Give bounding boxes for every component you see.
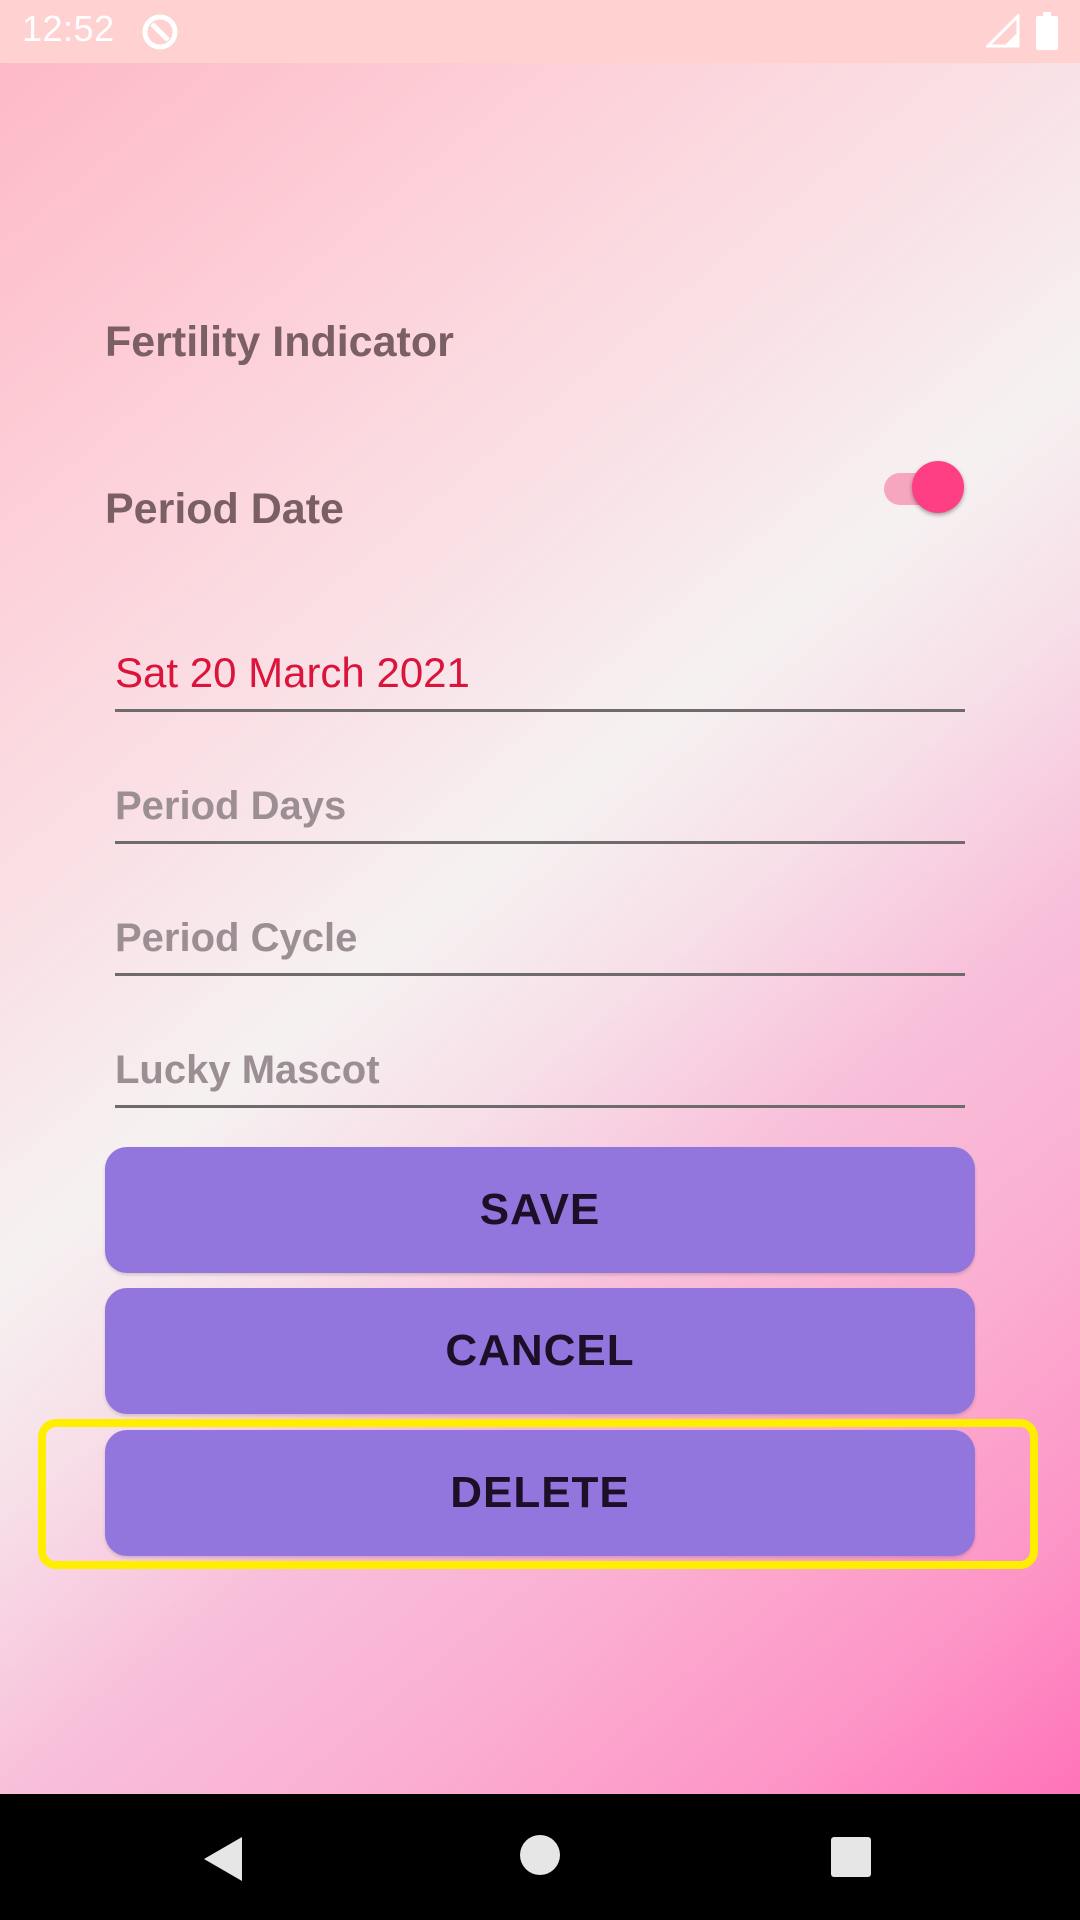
app-screen: 12:52 Fertility Indicator Period Date Sa… — [0, 0, 1080, 1920]
period-days-input[interactable]: Period Days — [115, 771, 965, 844]
status-time: 12:52 — [22, 8, 115, 49]
save-button[interactable]: SAVE — [105, 1147, 975, 1273]
period-date-label: Period Date — [105, 485, 344, 533]
lucky-mascot-placeholder: Lucky Mascot — [115, 1048, 380, 1092]
period-cycle-placeholder: Period Cycle — [115, 916, 358, 960]
lucky-mascot-input[interactable]: Lucky Mascot — [115, 1035, 965, 1108]
form-screen: Fertility Indicator Period Date Sat 20 M… — [0, 63, 1080, 1794]
navigation-bar — [0, 1794, 1080, 1920]
recent-apps-icon[interactable] — [830, 1836, 872, 1878]
period-days-placeholder: Period Days — [115, 784, 347, 828]
battery-icon — [1036, 12, 1058, 50]
delete-button[interactable]: DELETE — [105, 1430, 975, 1556]
period-date-field[interactable]: Sat 20 March 2021 — [115, 639, 965, 712]
cancel-button[interactable]: CANCEL — [105, 1288, 975, 1414]
toggle-thumb — [912, 461, 964, 513]
home-icon[interactable] — [518, 1833, 562, 1877]
back-icon[interactable] — [200, 1834, 250, 1884]
fertility-indicator-toggle[interactable] — [880, 459, 970, 517]
notification-icon — [142, 14, 178, 50]
period-date-value: Sat 20 March 2021 — [115, 649, 470, 696]
fertility-indicator-label: Fertility Indicator — [105, 318, 454, 366]
signal-icon — [986, 14, 1020, 48]
period-cycle-input[interactable]: Period Cycle — [115, 903, 965, 976]
status-bar: 12:52 — [0, 0, 1080, 63]
